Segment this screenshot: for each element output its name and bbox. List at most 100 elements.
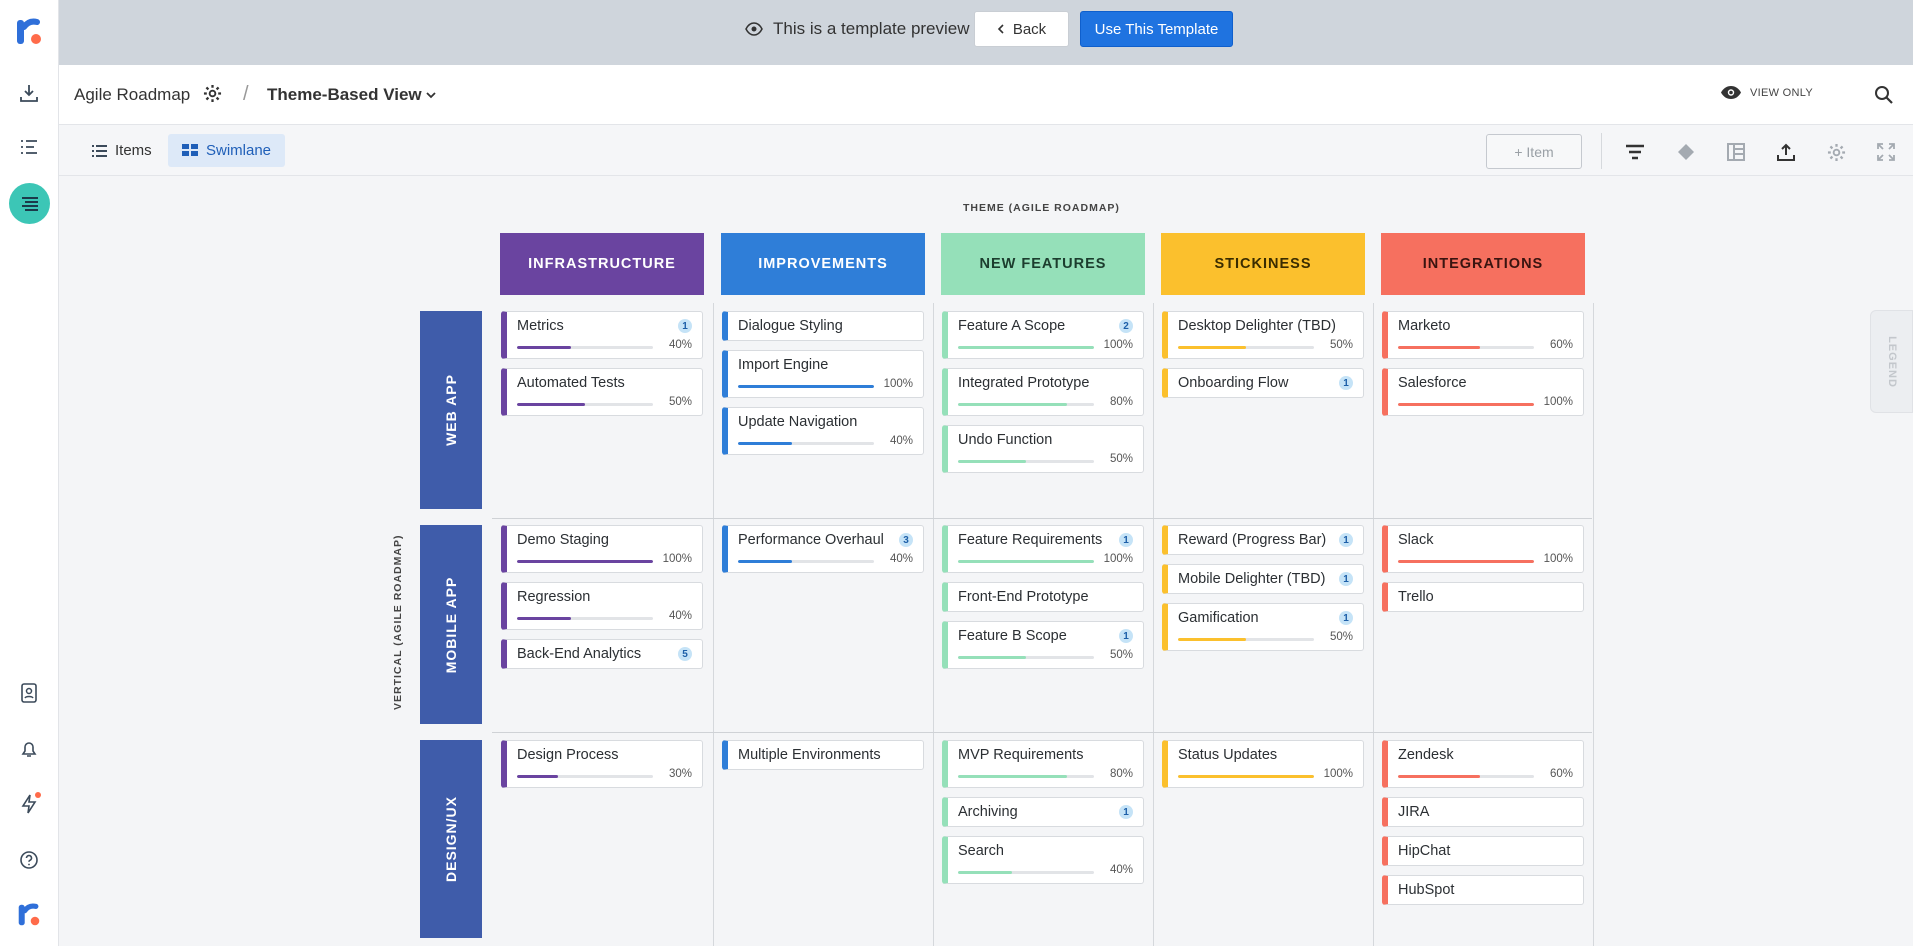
roadmap-item-card[interactable]: Feature A Scope 2 100%: [942, 311, 1144, 359]
roadmap-item-card[interactable]: HubSpot: [1382, 875, 1584, 905]
roadmap-item-card[interactable]: Import Engine 100%: [722, 350, 924, 398]
tab-items[interactable]: Items: [78, 134, 166, 167]
settings-gear-icon[interactable]: [1825, 141, 1847, 163]
item-title: Performance Overhaul: [738, 532, 884, 548]
roadmap-item-card[interactable]: Automated Tests 50%: [501, 368, 703, 416]
progress-bar: [1398, 346, 1534, 349]
item-title: Trello: [1398, 589, 1434, 605]
sub-item-count-badge: 3: [899, 533, 913, 547]
item-title: Back-End Analytics: [517, 646, 642, 662]
legend-tab[interactable]: LEGEND: [1870, 310, 1913, 413]
sub-item-count-badge: 2: [1119, 319, 1133, 333]
item-title: Multiple Environments: [738, 747, 881, 763]
sub-item-count-badge: 1: [1119, 805, 1133, 819]
column-divider: [713, 303, 714, 946]
item-title: Front-End Prototype: [958, 589, 1089, 605]
chevron-down-icon[interactable]: [425, 87, 437, 105]
row-divider: [492, 518, 1592, 519]
use-template-button[interactable]: Use This Template: [1080, 11, 1233, 47]
filter-icon[interactable]: [1624, 141, 1646, 163]
contacts-icon[interactable]: [14, 678, 44, 708]
progress-bar: [738, 442, 874, 445]
roadmap-item-card[interactable]: Search 40%: [942, 836, 1144, 884]
roadmap-item-card[interactable]: Front-End Prototype: [942, 582, 1144, 612]
add-item-button[interactable]: + Item: [1486, 134, 1582, 169]
item-title: Marketo: [1398, 318, 1451, 334]
column-divider: [1593, 303, 1594, 946]
export-icon[interactable]: [1775, 141, 1797, 163]
item-title: Zendesk: [1398, 747, 1454, 763]
roadmap-settings-gear-icon[interactable]: [203, 84, 222, 108]
roadmap-item-card[interactable]: Salesforce 100%: [1382, 368, 1584, 416]
roadmap-item-card[interactable]: Marketo 60%: [1382, 311, 1584, 359]
roadmap-item-card[interactable]: Status Updates 100%: [1162, 740, 1364, 788]
sub-item-count-badge: 1: [1339, 376, 1353, 390]
list-icon[interactable]: [14, 132, 44, 162]
theme-axis-label: THEME (AGILE ROADMAP): [963, 202, 1120, 214]
item-title: Undo Function: [958, 432, 1053, 448]
download-icon[interactable]: [14, 78, 44, 108]
account-logo-icon[interactable]: [14, 900, 44, 930]
progress-percent: 40%: [668, 339, 692, 351]
roadmap-icon[interactable]: [9, 183, 50, 224]
milestone-diamond-icon[interactable]: [1675, 141, 1697, 163]
notifications-icon[interactable]: [14, 734, 44, 764]
roadmap-item-card[interactable]: Mobile Delighter (TBD) 1: [1162, 564, 1364, 594]
roadmap-item-card[interactable]: Multiple Environments: [722, 740, 924, 770]
roadmap-item-card[interactable]: Design Process 30%: [501, 740, 703, 788]
roadmap-item-card[interactable]: Back-End Analytics 5: [501, 639, 703, 669]
progress-percent: 100%: [1543, 553, 1573, 565]
roadmap-item-card[interactable]: Trello: [1382, 582, 1584, 612]
chevron-left-icon: [997, 24, 1004, 34]
item-title: Update Navigation: [738, 414, 858, 430]
view-name[interactable]: Theme-Based View: [267, 85, 422, 105]
lightning-icon[interactable]: [14, 789, 44, 819]
roadmap-item-card[interactable]: Update Navigation 40%: [722, 407, 924, 455]
tab-swimlane[interactable]: Swimlane: [168, 134, 286, 167]
roadmap-item-card[interactable]: Onboarding Flow 1: [1162, 368, 1364, 398]
progress-bar: [1398, 403, 1534, 406]
back-button[interactable]: Back: [974, 11, 1069, 47]
roadmap-item-card[interactable]: Feature Requirements 1 100%: [942, 525, 1144, 573]
breadcrumb-separator: /: [243, 83, 249, 105]
roadmap-item-card[interactable]: JIRA: [1382, 797, 1584, 827]
roadmap-item-card[interactable]: HipChat: [1382, 836, 1584, 866]
eye-icon: [745, 22, 763, 36]
progress-bar: [958, 560, 1094, 563]
roadmap-item-card[interactable]: Zendesk 60%: [1382, 740, 1584, 788]
progress-fill: [1178, 638, 1246, 641]
roadmap-item-card[interactable]: Feature B Scope 1 50%: [942, 621, 1144, 669]
roadmap-item-card[interactable]: Integrated Prototype 80%: [942, 368, 1144, 416]
fullscreen-icon[interactable]: [1875, 141, 1897, 163]
item-title: Automated Tests: [517, 375, 625, 391]
item-title: JIRA: [1398, 804, 1430, 820]
help-icon[interactable]: [14, 845, 44, 875]
column-header-infrastructure: INFRASTRUCTURE: [500, 233, 704, 295]
roadmunk-logo-icon[interactable]: [14, 17, 44, 47]
roadmap-item-card[interactable]: Archiving 1: [942, 797, 1144, 827]
roadmap-item-card[interactable]: MVP Requirements 80%: [942, 740, 1144, 788]
roadmap-item-card[interactable]: Performance Overhaul 3 40%: [722, 525, 924, 573]
roadmap-item-card[interactable]: Reward (Progress Bar) 1: [1162, 525, 1364, 555]
search-icon[interactable]: [1874, 85, 1894, 110]
column-header-integrations: INTEGRATIONS: [1381, 233, 1585, 295]
roadmap-item-card[interactable]: Desktop Delighter (TBD) 50%: [1162, 311, 1364, 359]
item-title: Design Process: [517, 747, 619, 763]
progress-bar: [517, 775, 653, 778]
roadmap-item-card[interactable]: Slack 100%: [1382, 525, 1584, 573]
roadmap-item-card[interactable]: Metrics 1 40%: [501, 311, 703, 359]
row-header-label: WEB APP: [443, 374, 459, 446]
roadmap-item-card[interactable]: Regression 40%: [501, 582, 703, 630]
progress-fill: [1398, 403, 1534, 406]
roadmap-name[interactable]: Agile Roadmap: [74, 85, 190, 105]
progress-percent: 100%: [1323, 768, 1353, 780]
layout-panel-icon[interactable]: [1725, 141, 1747, 163]
progress-percent: 30%: [668, 768, 692, 780]
roadmap-item-card[interactable]: Gamification 1 50%: [1162, 603, 1364, 651]
roadmap-item-card[interactable]: Dialogue Styling: [722, 311, 924, 341]
progress-bar: [1398, 775, 1534, 778]
roadmap-item-card[interactable]: Undo Function 50%: [942, 425, 1144, 473]
sub-item-count-badge: 1: [1119, 533, 1133, 547]
item-title: Import Engine: [738, 357, 829, 373]
roadmap-item-card[interactable]: Demo Staging 100%: [501, 525, 703, 573]
